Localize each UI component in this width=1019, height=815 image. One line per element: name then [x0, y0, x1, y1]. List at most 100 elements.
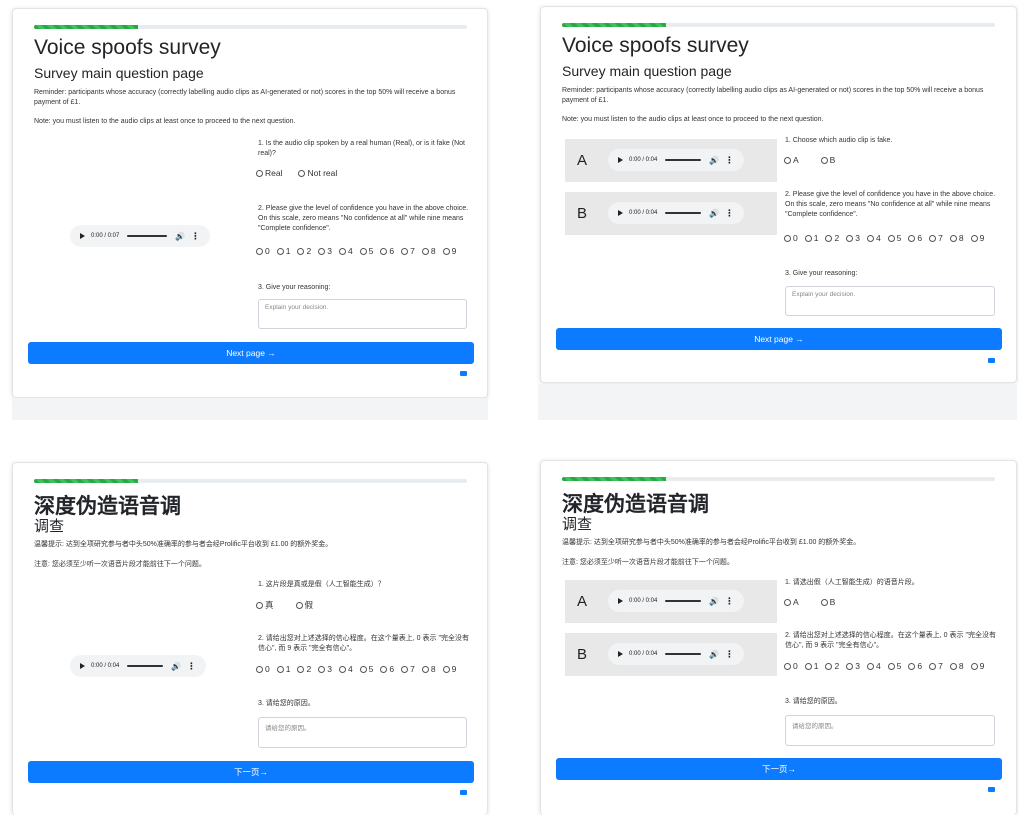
scale-option[interactable]: 3: [846, 233, 860, 243]
scale-option[interactable]: 5: [887, 233, 901, 243]
more-options-icon[interactable]: ⋮: [187, 661, 196, 672]
scale-option[interactable]: 7: [929, 233, 943, 243]
scale-option[interactable]: 1: [804, 233, 818, 243]
reasoning-input[interactable]: 请给您的原因。: [258, 717, 467, 748]
option-real[interactable]: Real: [256, 168, 282, 178]
scale-option[interactable]: 0: [256, 246, 270, 256]
audio-player-b[interactable]: 0:00 / 0:04 🔊 ⋮: [608, 643, 744, 665]
scale-option[interactable]: 3: [318, 664, 332, 674]
audio-player[interactable]: 0:00 / 0:07 🔊 ⋮: [70, 225, 210, 247]
scale-option[interactable]: 0: [784, 661, 798, 671]
volume-icon[interactable]: 🔊: [709, 650, 719, 659]
scale-option[interactable]: 8: [421, 664, 436, 674]
scale-option[interactable]: 9: [970, 233, 984, 243]
radio-icon[interactable]: [784, 156, 791, 164]
play-icon[interactable]: [618, 651, 623, 657]
option-a[interactable]: A: [784, 155, 799, 165]
scale-option[interactable]: 5: [359, 664, 373, 674]
scale-option[interactable]: 6: [380, 246, 394, 256]
more-options-icon[interactable]: ⋮: [725, 649, 734, 660]
mail-icon[interactable]: [988, 787, 995, 792]
scale-option[interactable]: 3: [318, 246, 332, 256]
play-icon[interactable]: [618, 210, 623, 216]
option-a[interactable]: A: [784, 597, 799, 607]
radio-icon[interactable]: [295, 601, 303, 609]
scale-option[interactable]: 6: [908, 661, 922, 671]
mail-icon[interactable]: [460, 371, 467, 376]
reasoning-input[interactable]: Explain your decision.: [785, 286, 995, 316]
scale-option[interactable]: 7: [929, 661, 943, 671]
option-b[interactable]: B: [820, 155, 835, 165]
more-options-icon[interactable]: ⋮: [725, 596, 734, 607]
next-page-button[interactable]: Next page →: [28, 342, 474, 364]
option-not-real[interactable]: Not real: [298, 168, 337, 178]
scale-option[interactable]: 2: [297, 246, 311, 256]
radio-icon[interactable]: [784, 598, 791, 606]
audio-seek-bar[interactable]: [665, 159, 702, 161]
scale-option[interactable]: 4: [338, 246, 353, 256]
scale-option[interactable]: 8: [949, 661, 964, 671]
play-icon[interactable]: [80, 233, 85, 239]
volume-icon[interactable]: 🔊: [709, 156, 719, 165]
mail-icon[interactable]: [988, 358, 995, 363]
option-b[interactable]: B: [820, 597, 835, 607]
next-page-button[interactable]: 下一页→: [556, 758, 1002, 780]
scale-option[interactable]: 0: [784, 233, 798, 243]
audio-player-b[interactable]: 0:00 / 0:04 🔊 ⋮: [608, 202, 744, 224]
scale-option[interactable]: 9: [970, 661, 984, 671]
scale-option[interactable]: 3: [846, 661, 860, 671]
more-options-icon[interactable]: ⋮: [725, 155, 734, 166]
reasoning-input[interactable]: Explain your decision.: [258, 299, 467, 329]
scale-option[interactable]: 4: [866, 233, 881, 243]
option-fake[interactable]: 假: [295, 599, 313, 611]
radio-icon[interactable]: [820, 156, 828, 164]
audio-seek-bar[interactable]: [127, 665, 164, 667]
more-options-icon[interactable]: ⋮: [725, 208, 734, 219]
option-real[interactable]: 真: [256, 599, 274, 611]
next-page-button[interactable]: Next page →: [556, 328, 1002, 350]
scale-option[interactable]: 6: [908, 233, 922, 243]
scale-option[interactable]: 2: [825, 233, 839, 243]
next-page-button[interactable]: 下一页→: [28, 761, 474, 783]
volume-icon[interactable]: 🔊: [171, 662, 181, 671]
audio-player-a[interactable]: 0:00 / 0:04 🔊 ⋮: [608, 149, 744, 171]
scale-option[interactable]: 8: [421, 246, 436, 256]
audio-seek-bar[interactable]: [665, 212, 702, 214]
audio-seek-bar[interactable]: [665, 600, 702, 602]
radio-icon[interactable]: [256, 601, 263, 609]
volume-icon[interactable]: 🔊: [709, 209, 719, 218]
scale-option[interactable]: 2: [297, 664, 311, 674]
scale-option[interactable]: 5: [359, 246, 373, 256]
radio-icon[interactable]: [298, 169, 306, 177]
question-2: 2. Please give the level of confidence y…: [258, 205, 469, 232]
radio-icon[interactable]: [820, 598, 828, 606]
scale-option[interactable]: 0: [256, 664, 270, 674]
question-3: 3. Give your reasoning:: [785, 270, 858, 277]
volume-icon[interactable]: 🔊: [175, 232, 185, 241]
radio-icon[interactable]: [256, 169, 263, 177]
volume-icon[interactable]: 🔊: [709, 597, 719, 606]
mail-icon[interactable]: [460, 790, 467, 795]
audio-seek-bar[interactable]: [665, 653, 702, 655]
play-icon[interactable]: [618, 598, 623, 604]
more-options-icon[interactable]: ⋮: [191, 231, 200, 242]
scale-option[interactable]: 8: [949, 233, 964, 243]
scale-option[interactable]: 4: [866, 661, 881, 671]
scale-option[interactable]: 5: [887, 661, 901, 671]
play-icon[interactable]: [80, 663, 85, 669]
scale-option[interactable]: 6: [380, 664, 394, 674]
play-icon[interactable]: [618, 157, 623, 163]
audio-player-a[interactable]: 0:00 / 0:04 🔊 ⋮: [608, 590, 744, 612]
scale-option[interactable]: 1: [276, 664, 290, 674]
scale-option[interactable]: 7: [401, 246, 415, 256]
scale-option[interactable]: 4: [338, 664, 353, 674]
scale-option[interactable]: 9: [442, 664, 456, 674]
audio-seek-bar[interactable]: [127, 235, 168, 237]
scale-option[interactable]: 9: [442, 246, 456, 256]
audio-player[interactable]: 0:00 / 0:04 🔊 ⋮: [70, 655, 206, 677]
reasoning-input[interactable]: 请给您的原因。: [785, 715, 995, 746]
scale-option[interactable]: 7: [401, 664, 415, 674]
scale-option[interactable]: 1: [804, 661, 818, 671]
scale-option[interactable]: 1: [276, 246, 290, 256]
scale-option[interactable]: 2: [825, 661, 839, 671]
